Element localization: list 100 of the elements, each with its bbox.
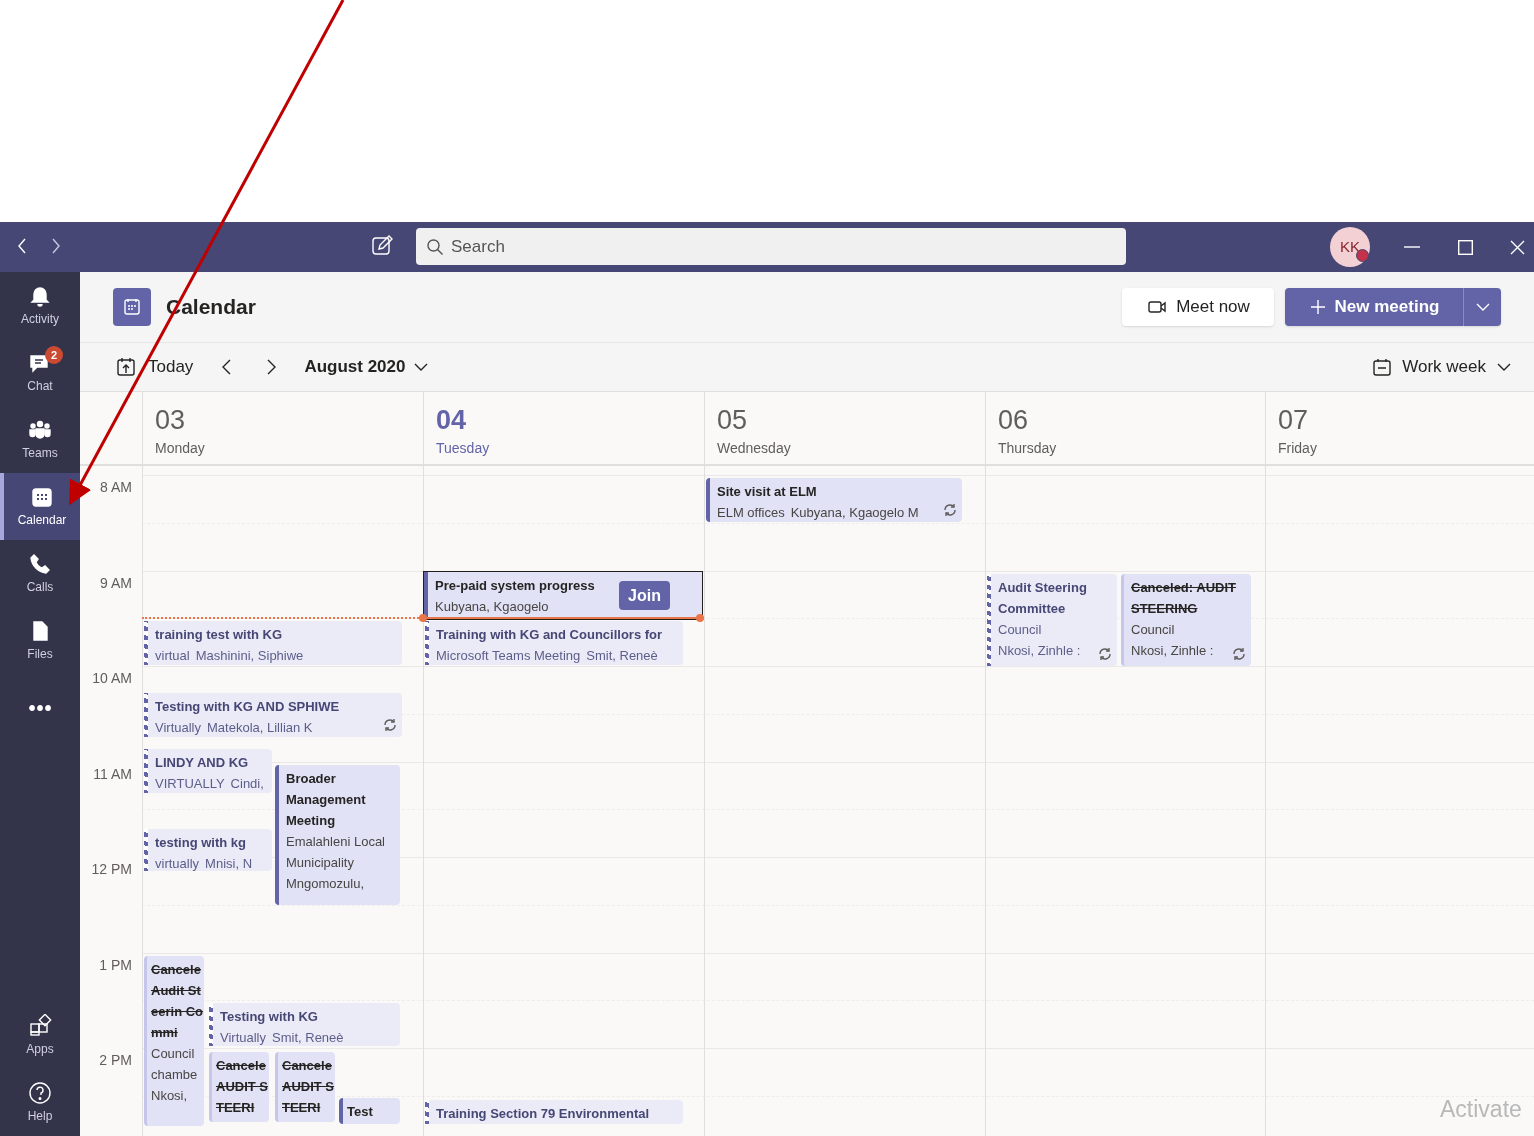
search-icon xyxy=(426,238,444,256)
avatar[interactable]: KK xyxy=(1330,227,1370,267)
minimize-icon xyxy=(1404,246,1420,248)
event-title: Cancele AUDIT STEERI xyxy=(282,1057,334,1117)
event-detail: Smit, Reneè xyxy=(272,1029,344,1046)
calendar-icon xyxy=(122,297,142,317)
calendar-event[interactable]: training test with KG virtual Mashinini, Siphiwe xyxy=(144,621,402,665)
day-number: 04 xyxy=(436,404,467,436)
event-detail: Mashinini, Siphiwe xyxy=(195,647,304,665)
day-number: 07 xyxy=(1278,404,1309,436)
event-title: Cancele AUDIT STEERI xyxy=(216,1057,268,1117)
calendar-event[interactable]: Training with KG and Councillors for Microsoft Teams Meeting Smit, Reneè xyxy=(425,621,683,665)
event-title: Training with KG and Councillors for xyxy=(436,626,663,644)
calendar-view-icon xyxy=(1372,357,1393,377)
event-detail: Smit, Reneè xyxy=(586,647,658,665)
event-detail: Microsoft Teams Meeting xyxy=(436,647,581,665)
event-detail: Matekola, Lillian K xyxy=(207,719,313,737)
time-label: 9 AM xyxy=(99,573,132,593)
calendar-event[interactable]: Test xyxy=(339,1098,400,1124)
event-title: LINDY AND KG xyxy=(155,754,249,772)
time-label: 2 PM xyxy=(98,1051,132,1070)
sidebar-item[interactable]: Calendar xyxy=(0,473,80,540)
calendar-event[interactable]: Cancele AUDIT STEERI xyxy=(275,1052,335,1122)
today-button[interactable]: Today xyxy=(116,354,194,380)
day-name: Wednesday xyxy=(717,439,791,458)
apps-icon xyxy=(28,1013,52,1038)
calendar-event[interactable]: Cancele AUDIT STEERI xyxy=(209,1052,269,1122)
sidebar-item[interactable]: Apps xyxy=(0,1002,80,1069)
event-title: Test xyxy=(347,1103,373,1121)
search-field[interactable]: Search xyxy=(416,228,1126,265)
event-title: training test with KG xyxy=(155,626,283,644)
time-label: 8 AM xyxy=(99,478,132,497)
calendar-event[interactable]: LINDY AND KG VIRTUALLY Cindi, xyxy=(144,749,272,793)
meet-now-button[interactable]: Meet now xyxy=(1122,288,1274,326)
event-detail: Mngomozulu, xyxy=(286,875,365,893)
calendar-event[interactable]: Canceled: AUDIT STEERING Council Nkosi, Zinhle : xyxy=(1121,574,1251,666)
event-detail: virtual xyxy=(155,647,190,665)
event-detail: ELM offices xyxy=(717,504,785,522)
month-picker[interactable]: August 2020 xyxy=(304,354,430,380)
event-title: Testing with KG xyxy=(220,1008,318,1026)
event-title: Pre-paid system progress xyxy=(435,577,595,595)
event-title: Testing with KG AND SPHIWE xyxy=(155,698,340,716)
event-detail: Nkosi, Zinhle : xyxy=(1131,642,1214,660)
time-label: 1 PM xyxy=(98,955,132,975)
calendar-event[interactable]: Cancele Audit Steerin Commi Council chambe Nkosi, xyxy=(144,956,204,1126)
sidebar-item[interactable]: Chat 2 xyxy=(0,339,80,406)
calendar-event[interactable]: testing with kg virtually Mnisi, N xyxy=(144,829,272,871)
maximize-button[interactable] xyxy=(1458,240,1473,255)
event-title: Audit Steering Committee xyxy=(998,579,1088,618)
calendar-event[interactable]: Audit Steering Committee Council Nkosi, Zinhle : xyxy=(987,574,1117,666)
event-title: testing with kg xyxy=(155,834,246,852)
day-name: Monday xyxy=(155,439,205,458)
time-label: 12 PM xyxy=(90,860,132,879)
calendar-today-icon xyxy=(116,356,138,378)
event-title: Training Section 79 Environmental xyxy=(436,1105,650,1123)
sidebar-item[interactable]: Teams xyxy=(0,406,80,473)
time-label: 11 AM xyxy=(92,764,132,784)
event-title: Cancele Audit Steerin Commi xyxy=(151,961,203,1042)
event-detail: Council chambe xyxy=(151,1045,199,1084)
time-label: 10 AM xyxy=(91,669,132,688)
sidebar-item[interactable]: Calls xyxy=(0,540,80,607)
close-icon xyxy=(1510,240,1525,255)
calendar-event[interactable]: Testing with KG Virtually Smit, Reneè xyxy=(209,1003,400,1046)
sidebar-item[interactable]: Help xyxy=(0,1069,80,1136)
day-number: 06 xyxy=(998,404,1029,436)
event-detail: Emalahleni Local Municipality xyxy=(286,833,386,872)
event-detail: virtually xyxy=(155,855,200,871)
event-title: Canceled: AUDIT STEERING xyxy=(1131,579,1237,618)
calendar-event[interactable]: Pre-paid system progress Kubyana, Kgaogelo Join xyxy=(424,572,702,619)
event-title: Broader Management Meeting xyxy=(286,770,367,830)
close-button[interactable] xyxy=(1510,240,1525,255)
event-detail: Nkosi, Zinhle : xyxy=(998,642,1081,660)
calendar-event[interactable]: Training Section 79 Environmental xyxy=(425,1100,683,1124)
calendar-event[interactable]: Broader Management Meeting Emalahleni Local Municipality Mngomozulu, xyxy=(275,765,400,905)
more-icon xyxy=(29,704,51,711)
event-detail: Council xyxy=(1131,621,1175,639)
event-detail: Virtually xyxy=(155,719,201,737)
phone-icon xyxy=(28,551,52,576)
new-meeting-button[interactable]: New meeting xyxy=(1285,288,1463,326)
event-title: Site visit at ELM xyxy=(717,483,817,501)
event-detail: Kubyana, Kgaogelo xyxy=(435,598,549,616)
help-icon xyxy=(28,1080,52,1105)
event-detail: VIRTUALLY xyxy=(155,775,225,793)
maximize-icon xyxy=(1458,240,1473,255)
plus-icon xyxy=(1308,298,1327,316)
day-number: 03 xyxy=(155,404,186,436)
event-detail: Mnisi, N xyxy=(205,855,253,871)
notification-badge: 2 xyxy=(45,346,63,364)
sidebar-item[interactable]: Activity xyxy=(0,272,80,339)
join-button[interactable]: Join xyxy=(619,581,670,610)
calendar-event[interactable]: Testing with KG AND SPHIWE Virtually Matekola, Lillian K xyxy=(144,693,402,737)
day-name: Tuesday xyxy=(436,439,490,458)
calendar-event[interactable]: Site visit at ELM ELM offices Kubyana, Kgaogelo M xyxy=(706,478,962,522)
compose-button[interactable] xyxy=(370,234,394,258)
event-detail: Kubyana, Kgaogelo M xyxy=(790,504,919,522)
day-name: Thursday xyxy=(998,439,1057,458)
view-switcher[interactable]: Work week xyxy=(1372,354,1512,380)
sidebar-item[interactable]: Files xyxy=(0,607,80,674)
event-detail: Council xyxy=(998,621,1042,639)
activation-notice: Activate xyxy=(1440,1095,1522,1124)
